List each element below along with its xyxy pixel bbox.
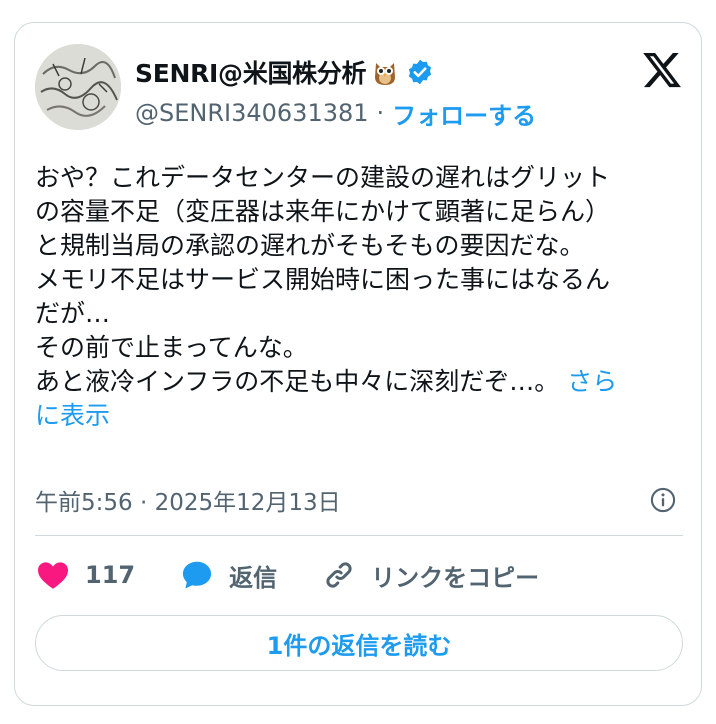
reply-button[interactable]: 返信 bbox=[179, 557, 277, 593]
show-more-link[interactable]: さら bbox=[567, 367, 617, 396]
tweet-line: に表示 bbox=[35, 399, 683, 433]
reply-label: 返信 bbox=[229, 563, 278, 592]
divider bbox=[35, 535, 683, 536]
copy-link-button[interactable]: リンクをコピー bbox=[321, 557, 539, 593]
display-name[interactable]: SENRI@米国株分析 bbox=[135, 54, 367, 90]
author-name-row: SENRI@米国株分析 bbox=[135, 53, 434, 91]
show-more-link-continued[interactable]: に表示 bbox=[35, 401, 110, 430]
tweet-line: メモリ不足はサービス開始時に困った事にはなるん bbox=[35, 265, 611, 294]
reply-bubble-icon bbox=[183, 561, 212, 589]
separator-dot: · bbox=[376, 99, 385, 127]
like-count: 117 bbox=[85, 561, 136, 589]
like-button[interactable]: 117 bbox=[35, 557, 135, 593]
follow-button[interactable]: フォローする bbox=[392, 96, 536, 131]
verified-badge-icon[interactable] bbox=[406, 58, 434, 86]
timestamp-row: 午前5:56 · 2025年12月13日 bbox=[35, 483, 683, 517]
tweet-text: おや？これデータセンターの建設の遅れはグリット の容量不足（変圧器は来年にかけて… bbox=[35, 161, 683, 433]
read-replies-button[interactable]: 1件の返信を読む bbox=[35, 615, 683, 671]
owl-icon bbox=[370, 57, 400, 87]
tweet-line-text: あと液冷インフラの不足も中々に深刻だぞ…。 bbox=[35, 367, 560, 396]
avatar-image bbox=[35, 44, 121, 130]
tweet-line: おや？これデータセンターの建設の遅れはグリット bbox=[35, 163, 611, 192]
author-handle-row: @SENRI340631381 · フォローする bbox=[135, 96, 536, 131]
tweet-line-last: あと液冷インフラの不足も中々に深刻だぞ…。 さら bbox=[35, 365, 683, 399]
timestamp[interactable]: 午前5:56 · 2025年12月13日 bbox=[35, 483, 341, 517]
info-icon[interactable] bbox=[649, 486, 677, 514]
author-handle[interactable]: @SENRI340631381 bbox=[135, 99, 369, 127]
tweet-line: だが… bbox=[35, 299, 111, 328]
tweet-line: の容量不足（変圧器は来年にかけて顕著に足らん） bbox=[35, 197, 611, 226]
tweet-line: その前で止まってんな。 bbox=[35, 333, 308, 362]
link-icon bbox=[326, 562, 352, 588]
action-bar: 117 返信 リンクをコピー bbox=[35, 555, 583, 595]
copy-link-label: リンクをコピー bbox=[371, 563, 540, 592]
tweet-card: SENRI@米国株分析 @SENRI340631381 · フォローする おや？… bbox=[14, 22, 702, 706]
heart-icon bbox=[38, 562, 68, 589]
tweet-line: と規制当局の承認の遅れがそもそもの要因だな。 bbox=[35, 231, 585, 260]
x-logo-icon[interactable] bbox=[641, 49, 683, 91]
avatar[interactable] bbox=[35, 44, 121, 130]
